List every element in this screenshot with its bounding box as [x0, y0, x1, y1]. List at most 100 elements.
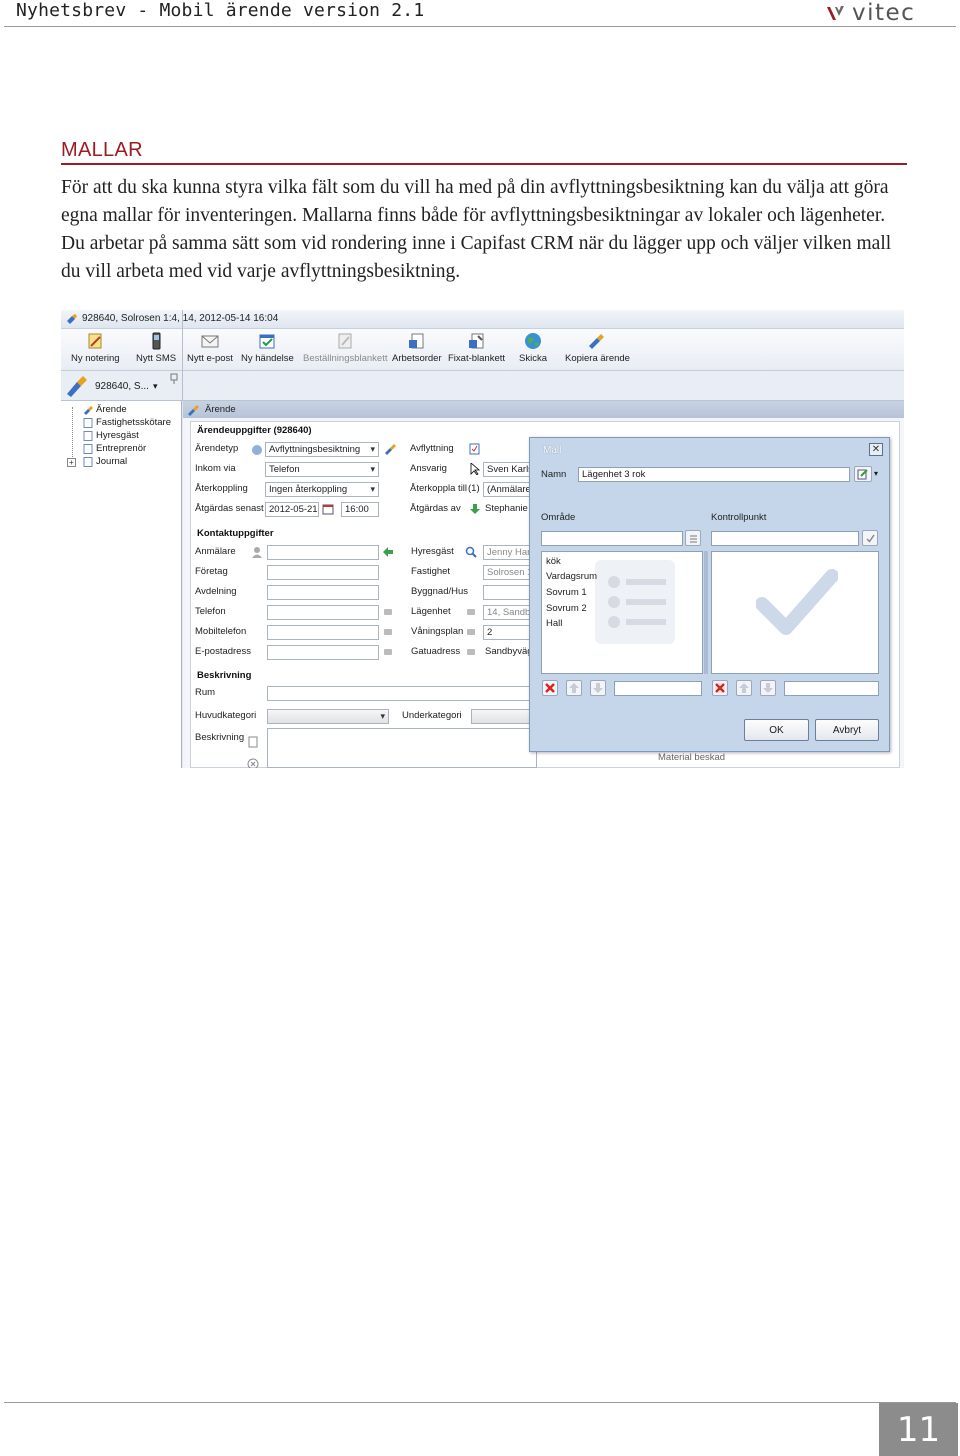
fix-by-time-field[interactable]: 16:00: [341, 502, 379, 517]
address-icon[interactable]: [465, 646, 477, 658]
list-item[interactable]: Vardagsrum: [546, 571, 597, 582]
area-input[interactable]: [541, 531, 683, 546]
copy-case-icon: [589, 334, 605, 349]
area-delete-button[interactable]: [542, 680, 558, 696]
tree-item-contractor[interactable]: Entreprenör: [83, 442, 146, 455]
tree-item-case[interactable]: Ärende: [83, 403, 127, 416]
list-item[interactable]: Sovrum 2: [546, 603, 587, 614]
checkpoint-add-button[interactable]: [862, 530, 878, 546]
send-button[interactable]: Skicka: [519, 331, 547, 369]
person-icon[interactable]: [251, 546, 263, 558]
room-field[interactable]: [267, 686, 537, 701]
received-via-select[interactable]: Telefon: [265, 462, 379, 477]
checklist-icon[interactable]: [469, 443, 481, 455]
fixed-form-button[interactable]: Fixat-blankett: [448, 331, 505, 369]
phone-call-icon[interactable]: [382, 606, 394, 618]
arrow-down-icon[interactable]: [469, 503, 481, 515]
area-move-down-button[interactable]: [590, 680, 606, 696]
chevron-down-icon[interactable]: ▾: [874, 469, 878, 478]
area-add-button[interactable]: [685, 530, 701, 546]
new-event-label: Ny händelse: [241, 353, 294, 364]
checkpoint-move-down-button[interactable]: [760, 680, 776, 696]
email-label: E-postadress: [195, 646, 251, 657]
dialog-close-button[interactable]: ✕: [869, 443, 883, 456]
description-field[interactable]: [267, 728, 537, 768]
main-category-select[interactable]: [267, 709, 389, 724]
mobile-call-icon[interactable]: [382, 626, 394, 638]
search-icon[interactable]: [465, 546, 477, 558]
template-edit-button[interactable]: [854, 466, 872, 482]
navigation-tree: Ärende Fastighetsskötare Hyresgäst Entre…: [61, 401, 182, 768]
phone-field[interactable]: [267, 605, 379, 620]
order-form-button[interactable]: Beställningsblankett: [303, 331, 388, 369]
list-item[interactable]: kök: [546, 556, 561, 567]
tree-item-label: Journal: [96, 456, 128, 467]
feedback-count: (1): [468, 483, 480, 494]
email-send-icon[interactable]: [382, 646, 394, 658]
feedback-select[interactable]: Ingen återkoppling: [265, 482, 379, 497]
checkpoint-delete-button[interactable]: [712, 680, 728, 696]
case-selector[interactable]: 928640, S... ▾: [65, 374, 181, 398]
tree-item-tenant[interactable]: Hyresgäst: [83, 429, 139, 442]
pin-icon[interactable]: [169, 373, 179, 385]
tree-item-label: Entreprenör: [96, 443, 147, 454]
checkpoint-input[interactable]: [711, 531, 859, 546]
notepad-icon[interactable]: [247, 736, 259, 748]
area-rename-field[interactable]: [614, 681, 702, 696]
list-item[interactable]: Hall: [546, 618, 562, 629]
arrow-up-icon: [739, 683, 749, 693]
checkpoint-rename-field[interactable]: [784, 681, 879, 696]
delete-icon: [545, 683, 555, 693]
broom-icon[interactable]: [384, 443, 396, 455]
check-icon: [865, 534, 875, 543]
checkpoint-label: Kontrollpunkt: [711, 512, 767, 523]
fix-by-date-field[interactable]: 2012-05-21: [265, 502, 319, 517]
ok-button[interactable]: OK: [744, 719, 809, 741]
document-icon: [83, 443, 93, 454]
dialog-title: Mall: [543, 445, 562, 456]
apartment-icon[interactable]: [465, 606, 477, 618]
template-name-field[interactable]: Lägenhet 3 rok: [578, 467, 850, 482]
mobile-field[interactable]: [267, 625, 379, 640]
case-type-select[interactable]: Avflyttningsbesiktning: [265, 442, 379, 457]
template-name-label: Namn: [541, 469, 567, 480]
expand-icon[interactable]: +: [67, 458, 76, 467]
work-order-icon: [408, 333, 424, 349]
case-icon: [84, 405, 93, 415]
new-event-button[interactable]: Ny händelse: [241, 331, 294, 369]
copy-case-button[interactable]: Kopiera ärende: [565, 331, 630, 369]
checkpoint-list[interactable]: [711, 551, 879, 674]
new-note-button[interactable]: Ny notering: [71, 331, 120, 369]
floor-icon[interactable]: [465, 626, 477, 638]
checkpoint-move-up-button[interactable]: [736, 680, 752, 696]
reporter-field[interactable]: [267, 545, 379, 560]
arrow-down-icon: [763, 683, 773, 693]
pane-splitter[interactable]: [704, 551, 708, 674]
arrow-left-icon[interactable]: [382, 546, 394, 558]
work-order-button[interactable]: Arbetsorder: [392, 331, 442, 369]
tenant-label: Hyresgäst: [411, 546, 454, 557]
email-field[interactable]: [267, 645, 379, 660]
cancel-button[interactable]: Avbryt: [815, 719, 879, 741]
clear-icon[interactable]: [247, 758, 259, 768]
new-sms-button[interactable]: Nytt SMS: [136, 331, 176, 369]
area-label: Område: [541, 512, 576, 523]
window-titlebar: 928640, Solrosen 1:4, 14, 2012-05-14 16:…: [61, 310, 904, 329]
company-field[interactable]: [267, 565, 379, 580]
department-field[interactable]: [267, 585, 379, 600]
checklist-watermark-icon: [595, 560, 675, 644]
calendar-icon[interactable]: [322, 503, 334, 515]
envelope-icon: [201, 335, 219, 348]
new-email-button[interactable]: Nytt e-post: [187, 331, 233, 369]
case-broom-icon: [67, 376, 87, 397]
phone-label: Telefon: [195, 606, 226, 617]
list-item[interactable]: Sovrum 1: [546, 587, 587, 598]
breadcrumb-label: Ärende: [205, 404, 236, 415]
tree-item-caretaker[interactable]: Fastighetsskötare: [83, 416, 171, 429]
tree-item-journal[interactable]: Journal: [83, 455, 127, 468]
area-move-up-button[interactable]: [566, 680, 582, 696]
new-note-label: Ny notering: [71, 353, 120, 364]
area-list[interactable]: kök Vardagsrum Sovrum 1 Sovrum 2 Hall: [541, 551, 703, 674]
toolbar: Ny notering Nytt SMS Nytt e-post Ny händ…: [61, 329, 904, 371]
section-divider: [61, 163, 907, 165]
